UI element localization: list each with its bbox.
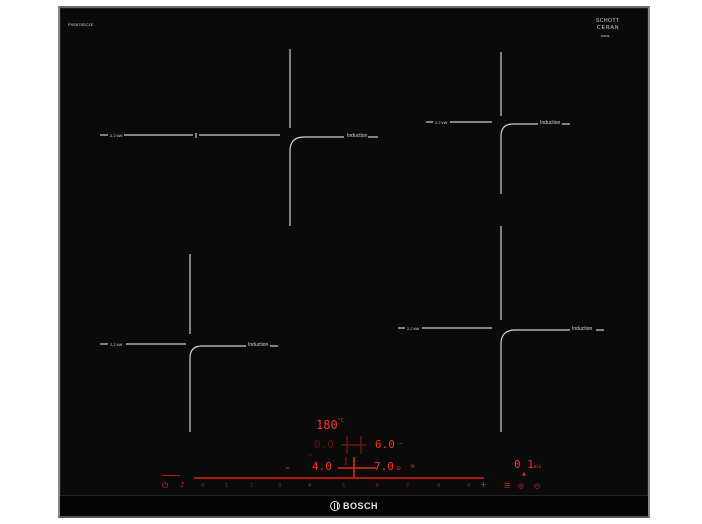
bosch-logo-icon: [329, 501, 340, 511]
menu-icon[interactable]: ☰: [504, 482, 510, 491]
small-pan-icon: ⊖: [396, 465, 402, 472]
timer-display: 0 1min: [514, 458, 541, 471]
timer-unit: min: [533, 464, 542, 469]
frying-icon[interactable]: ≋: [410, 462, 415, 471]
zone-top-right-label: Induction: [540, 120, 561, 126]
zone-bottom-right-power: 2,2 kW: [407, 326, 420, 331]
zone-bottom-left-level[interactable]: 4.0: [312, 460, 332, 473]
slider-number-8[interactable]: 8: [437, 484, 440, 489]
brand-logo: BOSCH: [60, 501, 648, 512]
power-underline: [162, 475, 180, 476]
zone-top-left-power: 2,2 kW: [110, 133, 123, 138]
slider-number-0[interactable]: 0: [201, 484, 204, 489]
zone-top-left-level[interactable]: 0.0: [314, 438, 334, 451]
timer-marker-icon: ▲: [522, 471, 526, 477]
brand-strip: BOSCH: [60, 495, 648, 516]
zone-bottom-left-label: Induction: [248, 342, 269, 348]
pan-icon: ◠: [308, 453, 313, 459]
zone-bottom-left-power: 2,2 kW: [110, 342, 123, 347]
boost-icon[interactable]: ≈: [285, 464, 290, 473]
temperature-unit: °C: [337, 418, 344, 424]
crosshair-top-icon: [341, 436, 367, 454]
minus-icon: −: [398, 440, 404, 447]
clock-icon[interactable]: ◴: [534, 482, 540, 491]
slider-number-4[interactable]: 4: [308, 484, 311, 489]
power-icon[interactable]: ⏻: [162, 481, 168, 490]
zone-bottom-right-label: Induction: [572, 326, 593, 332]
brand-name: BOSCH: [342, 501, 378, 512]
slider-number-3[interactable]: 3: [278, 484, 281, 489]
slider-number-7[interactable]: 7: [406, 484, 409, 489]
temperature-display: 180°C: [316, 418, 344, 432]
timer-icon[interactable]: ◎: [518, 482, 524, 491]
slider-number-2[interactable]: 2: [250, 484, 253, 489]
zone-top-right-power: 2,2 kW: [435, 120, 448, 125]
zone-bottom-right-level[interactable]: 7.0: [374, 460, 394, 473]
zone-markings: [100, 49, 604, 432]
temperature-value: 180: [316, 418, 338, 432]
power-slider-track[interactable]: [194, 477, 484, 479]
child-lock-icon[interactable]: ♪: [180, 481, 184, 490]
cooktop: PXE675DC1E SCHOTT CERAN MADE 2,2 kW Indu…: [58, 6, 650, 518]
slider-number-9[interactable]: 9: [467, 484, 470, 489]
plus-icon[interactable]: +: [480, 480, 487, 489]
zone-top-left-label: Induction: [347, 133, 368, 139]
slider-number-1[interactable]: 1: [225, 484, 228, 489]
slider-number-6[interactable]: 6: [376, 484, 379, 489]
slider-number-5[interactable]: 5: [342, 484, 345, 489]
zone-top-right-level[interactable]: 6.0: [375, 438, 395, 451]
